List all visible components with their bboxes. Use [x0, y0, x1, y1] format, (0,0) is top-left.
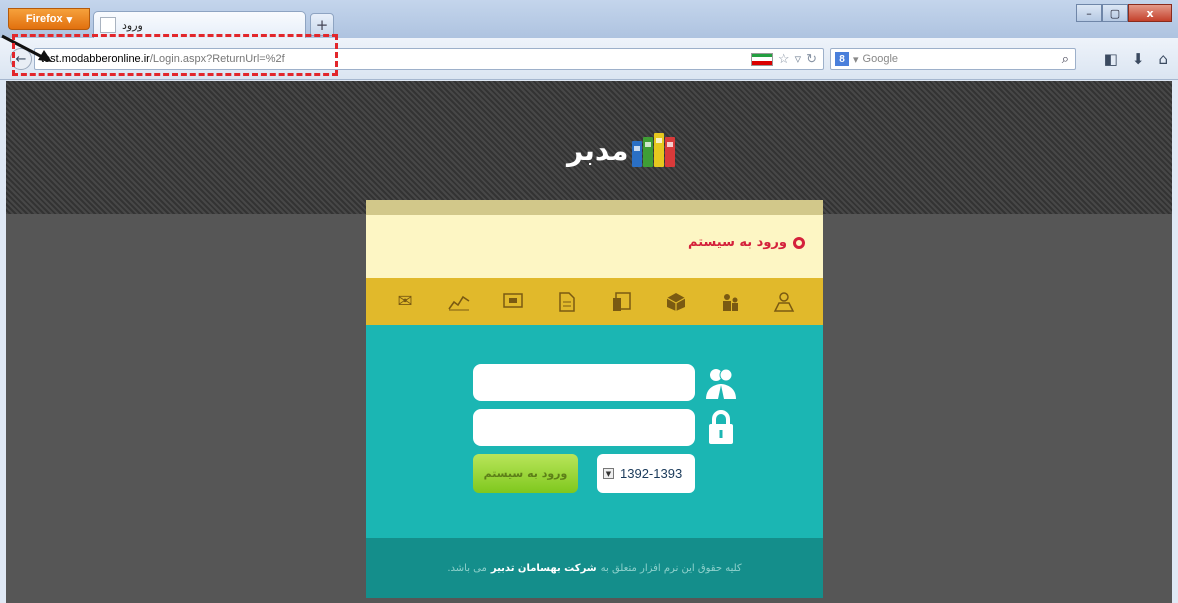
iran-flag-icon	[750, 52, 773, 66]
box-icon[interactable]	[664, 290, 688, 314]
monitor-icon[interactable]	[501, 290, 525, 314]
users-icon	[704, 365, 738, 401]
panel-top-strip	[366, 200, 823, 215]
login-panel: ورود به سیستم ✉ ▼ 1392-1393 ورود به سیست…	[366, 200, 823, 598]
password-input[interactable]	[473, 409, 695, 446]
logo: مدبر	[567, 133, 676, 167]
page-content: مدبر ورود به سیستم ✉ ▼ 1392-1393 ورود به…	[6, 81, 1172, 603]
people-icon[interactable]	[718, 290, 742, 314]
login-button[interactable]: ورود به سیستم	[473, 454, 578, 493]
search-bar[interactable]: 8 ▾ Google ⌕	[830, 48, 1076, 70]
close-window-button[interactable]: x	[1128, 4, 1172, 22]
login-form: ▼ 1392-1393 ورود به سیستم	[366, 325, 823, 538]
report-icon[interactable]	[610, 290, 634, 314]
module-icon-strip: ✉	[366, 278, 823, 325]
home-icon[interactable]: ⌂	[1158, 50, 1168, 68]
ring-icon	[793, 236, 805, 249]
mail-icon[interactable]: ✉	[393, 290, 417, 314]
footer-text-before: کلیه حقوق این نرم افزار متعلق به	[600, 562, 742, 574]
minimize-button[interactable]: –	[1076, 4, 1102, 22]
binders-logo-icon	[632, 133, 676, 167]
bookmarks-icon[interactable]: ◧	[1104, 50, 1118, 68]
browser-titlebar: Firefox ▾ ورود + – ▢ x	[0, 0, 1178, 38]
bookmark-star-icon[interactable]: ☆	[778, 51, 790, 67]
new-tab-button[interactable]: +	[310, 13, 334, 36]
person-icon[interactable]	[772, 290, 796, 314]
search-engine-icon[interactable]: 8	[835, 52, 849, 66]
username-input[interactable]	[473, 364, 695, 401]
reload-icon[interactable]: ↻	[806, 51, 817, 67]
document-icon[interactable]	[555, 290, 579, 314]
logo-text: مدبر	[567, 133, 629, 167]
address-bar-icons: ☆ ▿ ↻	[750, 51, 817, 67]
download-icon[interactable]: ⬇	[1132, 50, 1145, 68]
browser-toolbar-icons: ◧ ⬇ ⌂	[1104, 50, 1168, 68]
lock-icon	[704, 409, 738, 445]
search-placeholder: Google	[862, 53, 899, 65]
window-controls: – ▢ x	[1076, 4, 1172, 22]
fiscal-year-value: 1392-1393	[620, 466, 683, 481]
chevron-down-icon: ▾	[853, 53, 859, 66]
page-header: مدبر	[6, 81, 1172, 214]
page-favicon-icon	[100, 17, 116, 33]
search-icon[interactable]: ⌕	[1062, 51, 1069, 67]
dropdown-arrow-icon[interactable]: ▼	[603, 468, 614, 479]
maximize-button[interactable]: ▢	[1102, 4, 1128, 22]
tab-title: ورود	[122, 18, 143, 32]
panel-title: ورود به سیستم	[688, 235, 805, 250]
footer-text-after: می باشد.	[447, 562, 487, 574]
panel-title-area: ورود به سیستم	[366, 215, 823, 278]
chart-icon[interactable]	[447, 290, 471, 314]
fiscal-year-select[interactable]: ▼ 1392-1393	[597, 454, 695, 493]
panel-title-text: ورود به سیستم	[688, 235, 787, 250]
url-highlight-box	[12, 34, 338, 76]
footer-company-link[interactable]: شرکت بهسامان تدبیر	[491, 563, 597, 574]
copyright-footer: کلیه حقوق این نرم افزار متعلق به شرکت به…	[366, 538, 823, 598]
chevron-down-icon: ▾	[66, 13, 73, 26]
dropdown-arrow-icon[interactable]: ▿	[795, 51, 802, 67]
